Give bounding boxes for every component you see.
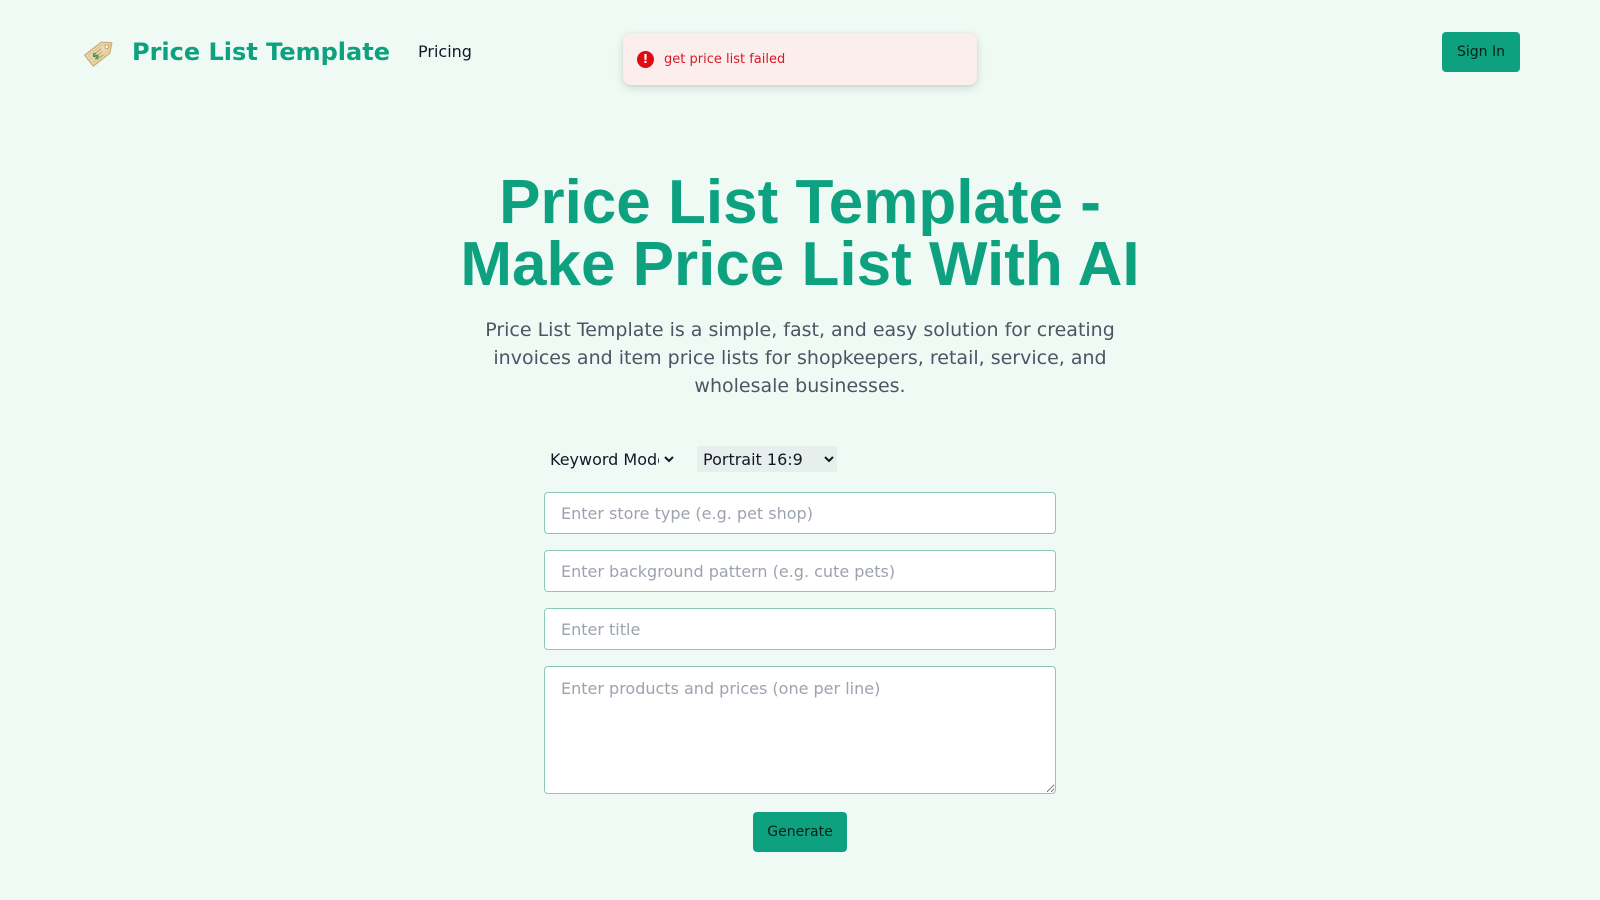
- toast-message: get price list failed: [664, 51, 786, 67]
- mode-select[interactable]: Keyword Mode: [544, 446, 677, 472]
- price-list-form: Keyword Mode Portrait 16:9 Generate: [544, 446, 1056, 852]
- page-description: Price List Template is a simple, fast, a…: [485, 319, 1115, 397]
- brand-name: Price List Template: [132, 38, 390, 66]
- aspect-ratio-select[interactable]: Portrait 16:9: [697, 446, 837, 472]
- store-type-input[interactable]: [544, 492, 1056, 534]
- sign-in-button[interactable]: Sign In: [1442, 32, 1520, 72]
- page-title-line-2: Make Price List With AI: [460, 230, 1140, 299]
- title-input[interactable]: [544, 608, 1056, 650]
- price-tag-icon: $: [84, 41, 113, 67]
- error-icon: !: [637, 50, 654, 68]
- brand-link[interactable]: $ Price List Template: [80, 32, 390, 72]
- generate-button[interactable]: Generate: [753, 812, 847, 852]
- page-title: Price List Template - Make Price List Wi…: [400, 172, 1200, 296]
- nav-pricing-link[interactable]: Pricing: [418, 42, 472, 61]
- page-title-line-1: Price List Template -: [499, 168, 1101, 237]
- products-prices-textarea[interactable]: [544, 666, 1056, 794]
- background-pattern-input[interactable]: [544, 550, 1056, 592]
- error-toast: ! get price list failed: [623, 33, 977, 85]
- options-row: Keyword Mode Portrait 16:9: [544, 446, 1056, 472]
